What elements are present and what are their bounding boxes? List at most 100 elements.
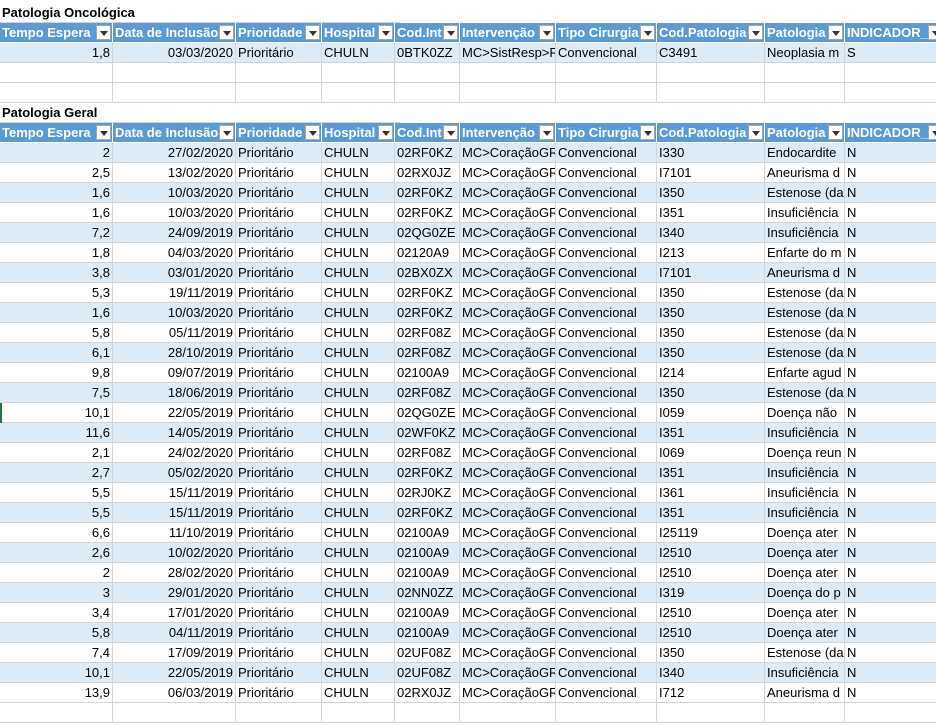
filter-dropdown-icon[interactable] bbox=[305, 25, 320, 40]
cell-indicador[interactable]: N bbox=[845, 423, 936, 443]
cell-tipo-cirurgia[interactable]: Convencional bbox=[556, 343, 657, 363]
cell-tempo-espera[interactable]: 5,8 bbox=[0, 323, 113, 343]
cell-tipo-cirurgia[interactable]: Convencional bbox=[556, 563, 657, 583]
cell-cod-int[interactable]: 02RF08Z bbox=[395, 443, 460, 463]
cell-data-inclusao[interactable]: 04/11/2019 bbox=[113, 623, 236, 643]
filter-dropdown-icon[interactable] bbox=[305, 125, 320, 140]
cell-tipo-cirurgia[interactable]: Convencional bbox=[556, 283, 657, 303]
cell-tempo-espera[interactable]: 5,8 bbox=[0, 623, 113, 643]
cell-cod-int[interactable]: 02QG0ZE bbox=[395, 403, 460, 423]
cell-data-inclusao[interactable]: 22/05/2019 bbox=[113, 403, 236, 423]
cell-data-inclusao[interactable]: 28/10/2019 bbox=[113, 343, 236, 363]
cell-cod-patologia[interactable]: I350 bbox=[657, 303, 765, 323]
filter-dropdown-icon[interactable] bbox=[96, 25, 111, 40]
cell[interactable] bbox=[765, 83, 845, 103]
cell[interactable] bbox=[236, 83, 322, 103]
column-header-data-inclusao[interactable]: Data de Inclusão bbox=[113, 123, 236, 143]
filter-dropdown-icon[interactable] bbox=[640, 125, 655, 140]
cell-cod-patologia[interactable]: I059 bbox=[657, 403, 765, 423]
cell-data-inclusao[interactable]: 10/03/2020 bbox=[113, 303, 236, 323]
cell[interactable] bbox=[556, 83, 657, 103]
cell-data-inclusao[interactable]: 17/09/2019 bbox=[113, 643, 236, 663]
cell-cod-int[interactable]: 02RF0KZ bbox=[395, 463, 460, 483]
filter-dropdown-icon[interactable] bbox=[748, 125, 763, 140]
cell-tempo-espera[interactable]: 5,5 bbox=[0, 503, 113, 523]
cell-tempo-espera[interactable]: 13,9 bbox=[0, 683, 113, 703]
filter-dropdown-icon[interactable] bbox=[748, 25, 763, 40]
cell-intervencao[interactable]: MC>CoraçãoGR bbox=[460, 623, 556, 643]
cell-prioridade[interactable]: Prioritário bbox=[236, 263, 322, 283]
cell-tipo-cirurgia[interactable]: Convencional bbox=[556, 243, 657, 263]
filter-dropdown-icon[interactable] bbox=[928, 25, 936, 40]
cell-tempo-espera[interactable]: 5,5 bbox=[0, 483, 113, 503]
section-title[interactable]: Patologia Geral bbox=[0, 103, 400, 123]
cell-indicador[interactable]: N bbox=[845, 563, 936, 583]
cell-cod-int[interactable]: 02RF0KZ bbox=[395, 183, 460, 203]
cell-intervencao[interactable]: MC>CoraçãoGR bbox=[460, 543, 556, 563]
cell-patologia[interactable]: Insuficiência bbox=[765, 423, 845, 443]
cell[interactable] bbox=[845, 63, 936, 83]
cell-data-inclusao[interactable]: 05/02/2020 bbox=[113, 463, 236, 483]
cell-prioridade[interactable]: Prioritário bbox=[236, 383, 322, 403]
cell[interactable] bbox=[657, 63, 765, 83]
cell-data-inclusao[interactable]: 05/11/2019 bbox=[113, 323, 236, 343]
cell-cod-int[interactable]: 02RF08Z bbox=[395, 323, 460, 343]
cell-hospital[interactable]: CHULN bbox=[322, 623, 395, 643]
cell-hospital[interactable]: CHULN bbox=[322, 403, 395, 423]
cell-tempo-espera[interactable]: 2 bbox=[0, 143, 113, 163]
cell-data-inclusao[interactable]: 27/02/2020 bbox=[113, 143, 236, 163]
cell-tempo-espera[interactable]: 3 bbox=[0, 583, 113, 603]
cell-cod-int[interactable]: 02RF08Z bbox=[395, 383, 460, 403]
filter-dropdown-icon[interactable] bbox=[96, 125, 111, 140]
cell-hospital[interactable]: CHULN bbox=[322, 363, 395, 383]
cell[interactable] bbox=[322, 703, 395, 723]
cell-cod-patologia[interactable]: I350 bbox=[657, 323, 765, 343]
cell[interactable] bbox=[845, 83, 936, 103]
cell-tipo-cirurgia[interactable]: Convencional bbox=[556, 683, 657, 703]
cell-patologia[interactable]: Enfarte do m bbox=[765, 243, 845, 263]
cell[interactable] bbox=[460, 83, 556, 103]
cell-intervencao[interactable]: MC>CoraçãoGR bbox=[460, 263, 556, 283]
cell-tipo-cirurgia[interactable]: Convencional bbox=[556, 203, 657, 223]
cell-cod-patologia[interactable]: I350 bbox=[657, 343, 765, 363]
filter-dropdown-icon[interactable] bbox=[378, 25, 393, 40]
cell-cod-patologia[interactable]: I319 bbox=[657, 583, 765, 603]
cell-patologia[interactable]: Neoplasia m bbox=[765, 43, 845, 63]
spreadsheet-grid[interactable]: Patologia Oncológica Tempo Espera Data de … bbox=[0, 0, 936, 725]
cell-cod-int[interactable]: 02RF08Z bbox=[395, 343, 460, 363]
cell[interactable] bbox=[322, 83, 395, 103]
cell-prioridade[interactable]: Prioritário bbox=[236, 143, 322, 163]
cell-data-inclusao[interactable]: 09/07/2019 bbox=[113, 363, 236, 383]
cell-cod-patologia[interactable]: I350 bbox=[657, 283, 765, 303]
cell-data-inclusao[interactable]: 10/02/2020 bbox=[113, 543, 236, 563]
cell-prioridade[interactable]: Prioritário bbox=[236, 403, 322, 423]
cell-prioridade[interactable]: Prioritário bbox=[236, 343, 322, 363]
cell-hospital[interactable]: CHULN bbox=[322, 523, 395, 543]
cell-tempo-espera[interactable]: 11,6 bbox=[0, 423, 113, 443]
cell-intervencao[interactable]: MC>CoraçãoGR bbox=[460, 403, 556, 423]
cell-patologia[interactable]: Aneurisma d bbox=[765, 163, 845, 183]
cell[interactable] bbox=[845, 703, 936, 723]
cell-indicador[interactable]: N bbox=[845, 583, 936, 603]
cell-tipo-cirurgia[interactable]: Convencional bbox=[556, 223, 657, 243]
cell-cod-int[interactable]: 02NN0ZZ bbox=[395, 583, 460, 603]
cell-hospital[interactable]: CHULN bbox=[322, 183, 395, 203]
cell-data-inclusao[interactable]: 10/03/2020 bbox=[113, 183, 236, 203]
cell[interactable] bbox=[657, 83, 765, 103]
cell-data-inclusao[interactable]: 17/01/2020 bbox=[113, 603, 236, 623]
filter-dropdown-icon[interactable] bbox=[928, 125, 936, 140]
cell-patologia[interactable]: Insuficiência bbox=[765, 223, 845, 243]
cell-hospital[interactable]: CHULN bbox=[322, 603, 395, 623]
cell-prioridade[interactable]: Prioritário bbox=[236, 503, 322, 523]
cell-intervencao[interactable]: MC>CoraçãoGR bbox=[460, 183, 556, 203]
cell[interactable] bbox=[395, 83, 460, 103]
cell-tempo-espera[interactable]: 2,7 bbox=[0, 463, 113, 483]
cell-intervencao[interactable]: MC>CoraçãoGR bbox=[460, 363, 556, 383]
filter-dropdown-icon[interactable] bbox=[640, 25, 655, 40]
cell-patologia[interactable]: Insuficiência bbox=[765, 663, 845, 683]
cell-prioridade[interactable]: Prioritário bbox=[236, 363, 322, 383]
cell-hospital[interactable]: CHULN bbox=[322, 663, 395, 683]
cell-hospital[interactable]: CHULN bbox=[322, 283, 395, 303]
cell-cod-patologia[interactable]: I2510 bbox=[657, 563, 765, 583]
cell-indicador[interactable]: N bbox=[845, 683, 936, 703]
